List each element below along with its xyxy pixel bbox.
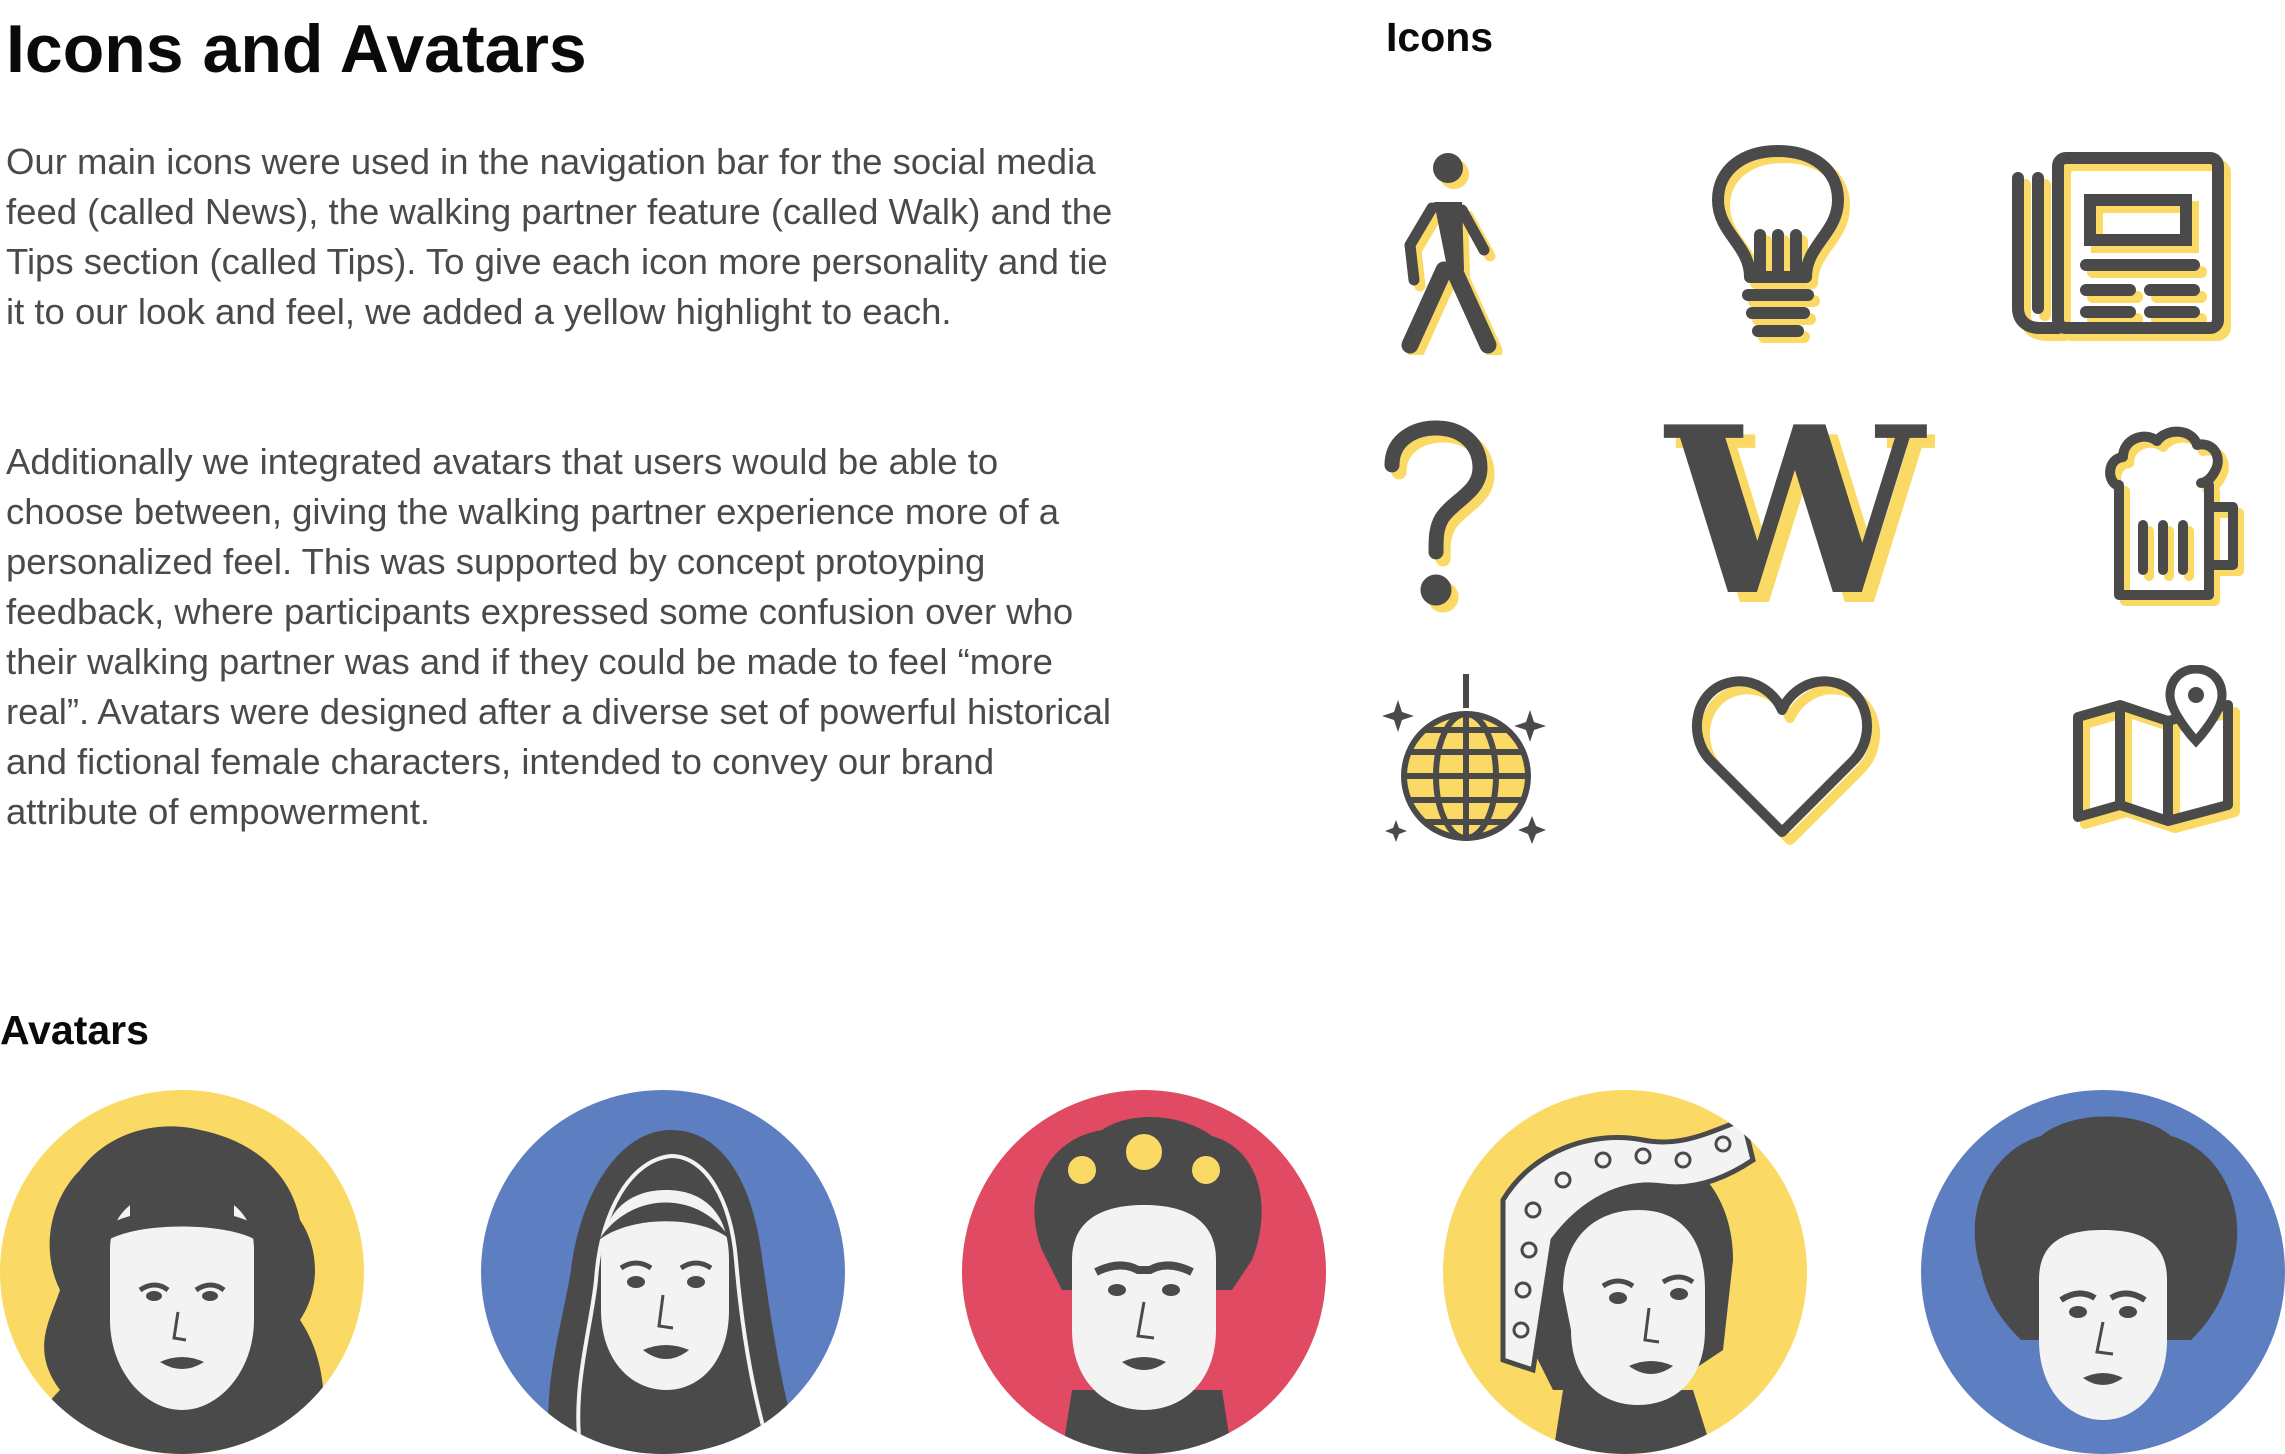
- avatars-paragraph: Additionally we integrated avatars that …: [6, 441, 1112, 832]
- heart-icon: [1691, 676, 1881, 845]
- map-pin-icon: [2073, 665, 2240, 833]
- avatar-afro: [1921, 1090, 2285, 1454]
- icons-heading: Icons: [1386, 14, 1494, 60]
- page-title: Icons and Avatars: [6, 11, 587, 87]
- disco-ball-icon: [1382, 674, 1546, 844]
- avatars-heading: Avatars: [0, 1007, 149, 1053]
- beer-mug-icon: [2105, 426, 2244, 606]
- question-mark-icon: [1384, 420, 1495, 613]
- avatar-polka-dot-bandana: [1443, 1090, 1807, 1454]
- intro-paragraph: Our main icons were used in the navigati…: [6, 141, 1113, 332]
- avatar-flower-crown: [962, 1090, 1326, 1454]
- avatar-wavy-hair-headband: [0, 1090, 364, 1454]
- walking-person-icon: [1401, 153, 1503, 355]
- w-letter-icon: W W: [1663, 400, 1935, 620]
- newspaper-icon: [2012, 152, 2231, 341]
- avatar-headscarf: [481, 1090, 845, 1454]
- lightbulb-icon: [1712, 145, 1850, 343]
- w-letter: W: [1663, 400, 1927, 620]
